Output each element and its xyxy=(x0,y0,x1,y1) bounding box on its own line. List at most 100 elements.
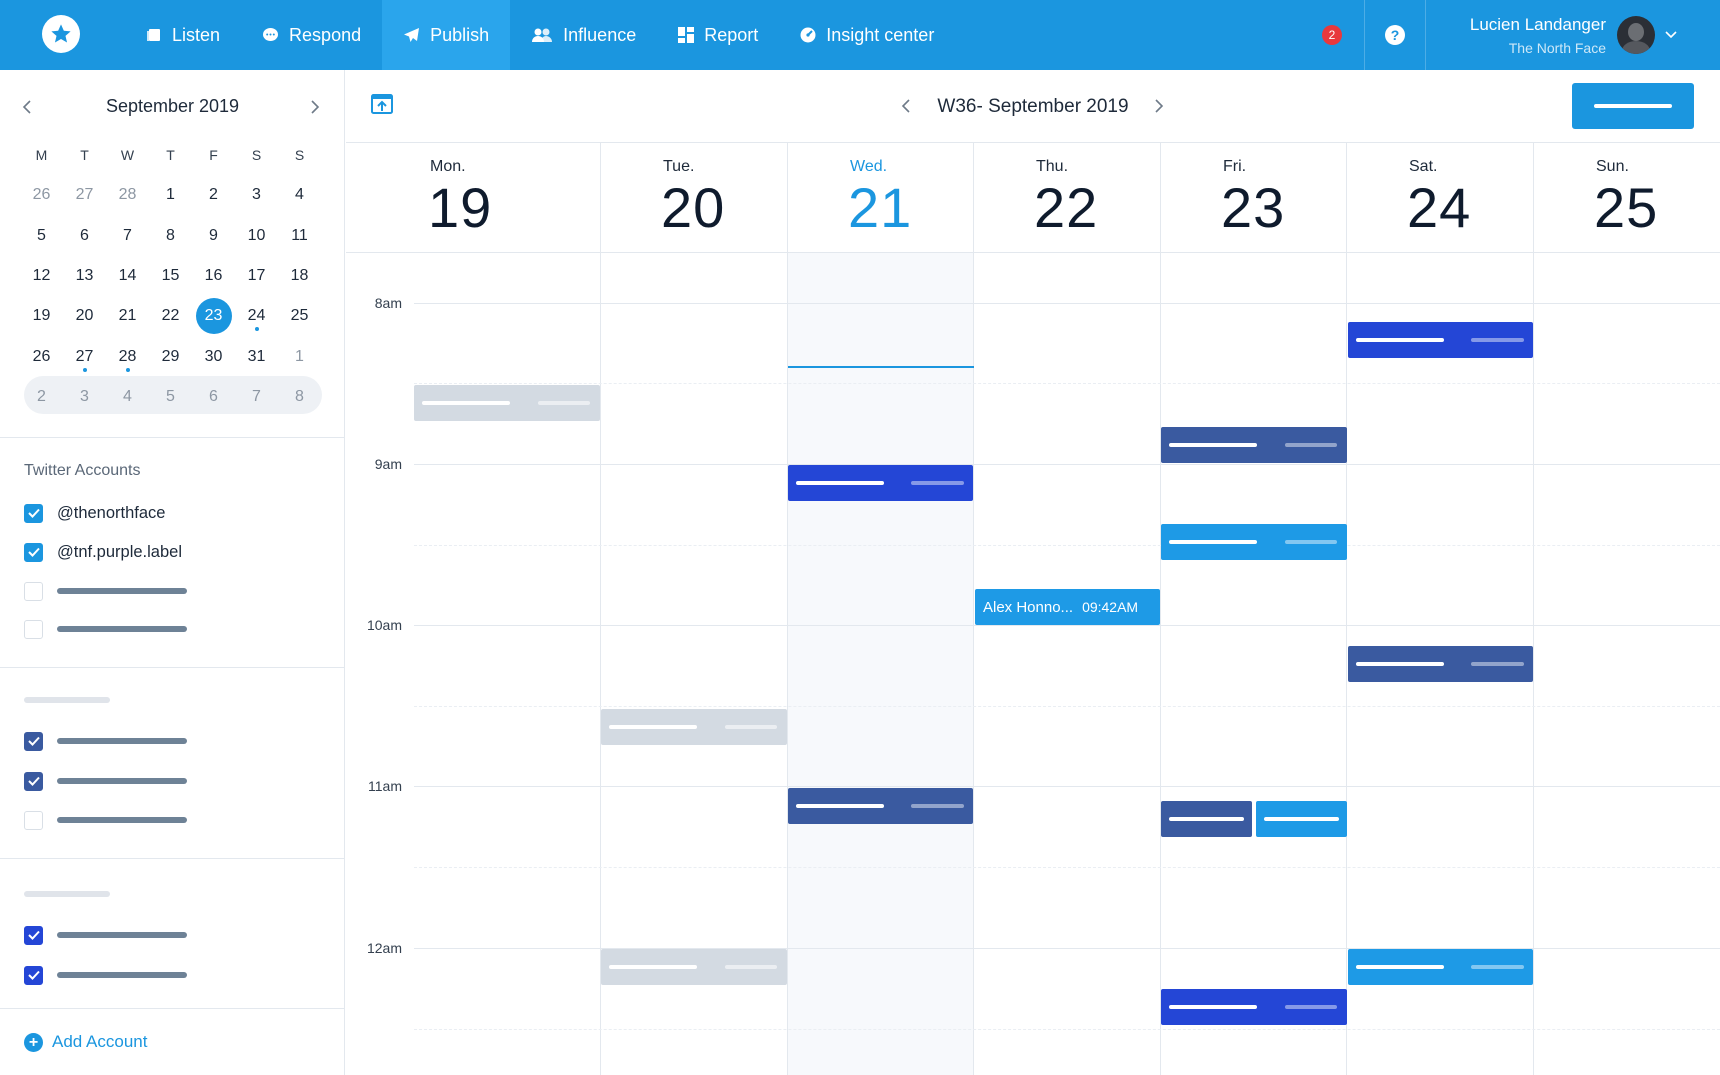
account-item[interactable]: @tnf.purple.label xyxy=(24,542,182,562)
scheduled-post[interactable] xyxy=(414,385,600,421)
checkbox-checked[interactable] xyxy=(24,771,43,791)
calendar-day[interactable]: 16 xyxy=(192,267,235,285)
day-header[interactable]: Mon. 19 xyxy=(346,143,601,253)
scheduled-post[interactable] xyxy=(1348,949,1533,985)
calendar-day[interactable]: 27 xyxy=(63,186,106,204)
scheduled-post[interactable] xyxy=(1348,322,1533,358)
calendar-day[interactable]: 1 xyxy=(149,186,192,204)
account-item-placeholder[interactable] xyxy=(24,925,187,945)
calendar-day[interactable]: 4 xyxy=(278,186,321,204)
calendar-day[interactable]: 28 xyxy=(106,348,149,372)
calendar-day[interactable]: 31 xyxy=(235,348,278,366)
scheduled-post[interactable] xyxy=(1348,646,1533,682)
checkbox-unchecked[interactable] xyxy=(24,619,43,639)
day-header-today[interactable]: Wed. 21 xyxy=(788,143,974,253)
chevron-down-icon[interactable] xyxy=(1665,26,1677,44)
calendar-day[interactable]: 1 xyxy=(278,348,321,366)
calendar-day[interactable]: 3 xyxy=(235,186,278,204)
nav-insight-center[interactable]: Insight center xyxy=(779,0,955,70)
calendar-day[interactable]: 6 xyxy=(63,227,106,245)
scheduled-post[interactable] xyxy=(1161,801,1252,837)
day-header[interactable]: Fri. 23 xyxy=(1161,143,1347,253)
calendar-day[interactable]: 27 xyxy=(63,348,106,372)
calendar-day[interactable]: 11 xyxy=(278,227,321,245)
day-header[interactable]: Thu. 22 xyxy=(974,143,1161,253)
calendar-day[interactable]: 9 xyxy=(192,227,235,245)
scheduled-post[interactable] xyxy=(788,788,973,824)
calendar-day[interactable]: 29 xyxy=(149,348,192,366)
scheduled-post[interactable] xyxy=(1161,524,1347,560)
calendar-day[interactable]: 26 xyxy=(20,348,63,366)
scheduled-post[interactable] xyxy=(601,949,787,985)
checkbox-unchecked[interactable] xyxy=(24,810,43,830)
scheduled-post[interactable] xyxy=(601,709,787,745)
nav-influence[interactable]: Influence xyxy=(510,0,657,70)
checkbox-checked[interactable] xyxy=(24,542,43,562)
chevron-right-icon[interactable] xyxy=(1155,99,1164,118)
checkbox-checked[interactable] xyxy=(24,925,43,945)
calendar-day[interactable]: 19 xyxy=(20,307,63,325)
chevron-right-icon[interactable] xyxy=(311,100,320,119)
calendar-day[interactable]: 22 xyxy=(149,307,192,325)
account-item-placeholder[interactable] xyxy=(24,771,187,791)
calendar-day[interactable]: 7 xyxy=(106,227,149,245)
calendar-day[interactable]: 21 xyxy=(106,307,149,325)
calendar-day[interactable]: 20 xyxy=(63,307,106,325)
calendar-day[interactable]: 17 xyxy=(235,267,278,285)
calendar-day[interactable]: 2 xyxy=(20,388,63,406)
calendar-day-selected[interactable]: 23 xyxy=(192,298,235,335)
calendar-day[interactable]: 15 xyxy=(149,267,192,285)
add-account-button[interactable]: + Add Account xyxy=(24,1032,147,1052)
create-post-button[interactable] xyxy=(1572,83,1694,129)
app-logo[interactable] xyxy=(42,15,80,53)
calendar-day[interactable]: 6 xyxy=(192,388,235,406)
calendar-day[interactable]: 8 xyxy=(149,227,192,245)
scheduled-post[interactable] xyxy=(1161,989,1347,1025)
account-label: @tnf.purple.label xyxy=(57,542,182,561)
calendar-day[interactable]: 5 xyxy=(149,388,192,406)
checkbox-unchecked[interactable] xyxy=(24,581,43,601)
week-calendar: Mon. 19 Tue. 20 Wed. 21 Thu. 22 Fri. 23 … xyxy=(346,142,1720,1075)
account-item-placeholder[interactable] xyxy=(24,581,187,601)
user-name[interactable]: Lucien Landanger xyxy=(1470,15,1606,35)
calendar-day[interactable]: 10 xyxy=(235,227,278,245)
people-icon xyxy=(531,27,553,43)
notification-badge[interactable]: 2 xyxy=(1322,25,1342,45)
nav-listen[interactable]: Listen xyxy=(125,0,241,70)
nav-publish[interactable]: Publish xyxy=(382,0,511,70)
calendar-day[interactable]: 5 xyxy=(20,227,63,245)
calendar-day[interactable]: 24 xyxy=(235,307,278,332)
calendar-day[interactable]: 30 xyxy=(192,348,235,366)
nav-report[interactable]: Report xyxy=(657,0,779,70)
scheduled-post[interactable] xyxy=(788,465,973,501)
account-item-placeholder[interactable] xyxy=(24,810,187,830)
checkbox-checked[interactable] xyxy=(24,503,43,523)
calendar-day[interactable]: 2 xyxy=(192,186,235,204)
help-icon[interactable]: ? xyxy=(1385,25,1405,45)
calendar-day[interactable]: 12 xyxy=(20,267,63,285)
day-header[interactable]: Sat. 24 xyxy=(1347,143,1534,253)
scheduled-post[interactable] xyxy=(1161,427,1347,463)
calendar-day[interactable]: 14 xyxy=(106,267,149,285)
calendar-day[interactable]: 3 xyxy=(63,388,106,406)
calendar-day[interactable]: 28 xyxy=(106,186,149,204)
nav-respond[interactable]: Respond xyxy=(241,0,382,70)
account-item-placeholder[interactable] xyxy=(24,619,187,639)
day-header[interactable]: Tue. 20 xyxy=(601,143,788,253)
calendar-day[interactable]: 25 xyxy=(278,307,321,325)
calendar-day[interactable]: 26 xyxy=(20,186,63,204)
scheduled-post[interactable] xyxy=(1256,801,1347,837)
scheduled-post-named[interactable]: Alex Honno... 09:42AM xyxy=(975,589,1160,625)
calendar-day[interactable]: 4 xyxy=(106,388,149,406)
calendar-day[interactable]: 7 xyxy=(235,388,278,406)
account-item-placeholder[interactable] xyxy=(24,731,187,751)
account-item[interactable]: @thenorthface xyxy=(24,503,165,523)
avatar[interactable] xyxy=(1617,16,1655,54)
calendar-day[interactable]: 8 xyxy=(278,388,321,406)
calendar-day[interactable]: 13 xyxy=(63,267,106,285)
calendar-day[interactable]: 18 xyxy=(278,267,321,285)
checkbox-checked[interactable] xyxy=(24,965,43,985)
checkbox-checked[interactable] xyxy=(24,731,43,751)
day-header[interactable]: Sun. 25 xyxy=(1534,143,1720,253)
account-item-placeholder[interactable] xyxy=(24,965,187,985)
